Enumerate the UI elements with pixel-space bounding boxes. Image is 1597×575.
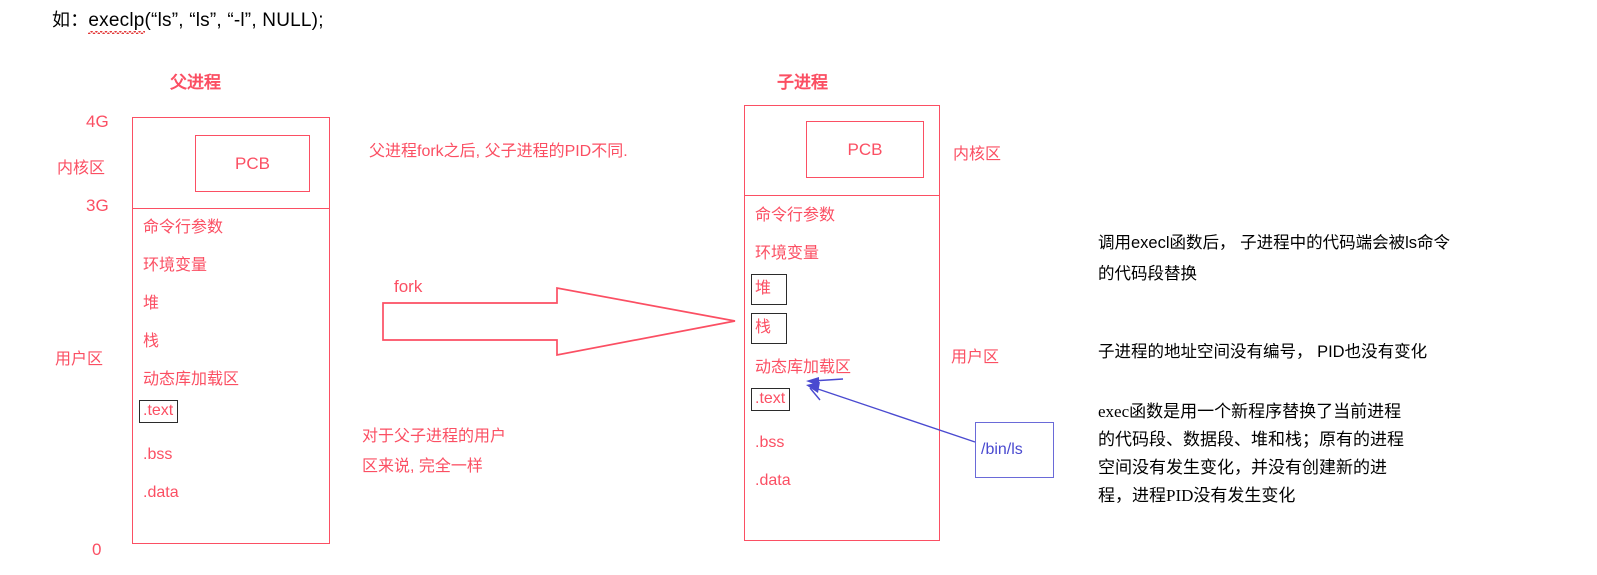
child-process-box: PCB 命令行参数 环境变量 堆 栈 动态库加载区 .text .bss .da…: [744, 105, 940, 541]
child-seg-0: 命令行参数: [755, 207, 836, 224]
child-kernel-region: PCB: [744, 105, 940, 196]
execl-replace-note: 调用execl函数后， 子进程中的代码端会被ls命令 的代码段替换: [1098, 234, 1451, 283]
child-seg-3: 栈: [755, 319, 772, 336]
child-pid-note: 子进程的地址空间没有编号， PID也没有变化: [1098, 343, 1428, 361]
code-line-prefix: 如：: [52, 10, 89, 30]
exec-explanation-note: exec函数是用一个新程序替换了当前进程 的代码段、数据段、堆和栈；原有的进程 …: [1098, 402, 1404, 505]
parent-pcb-box: PCB: [195, 135, 310, 192]
parent-kernel-label: 内核区: [57, 160, 106, 177]
child-seg-1: 环境变量: [755, 245, 820, 262]
child-seg-7: .data: [755, 472, 791, 489]
child-seg-stack-boxed: 栈: [751, 313, 787, 344]
parent-seg-2: 堆: [143, 295, 160, 312]
child-process-title: 子进程: [777, 73, 828, 92]
parent-process-title: 父进程: [170, 73, 221, 92]
parent-seg-7: .data: [143, 484, 179, 501]
parent-seg-0: 命令行参数: [143, 219, 224, 236]
child-seg-5: .text: [755, 390, 786, 407]
child-seg-2: 堆: [755, 280, 772, 297]
code-line-args: (“ls”, “ls”, “-l”, NULL);: [144, 10, 324, 31]
parent-user-label: 用户区: [55, 351, 104, 368]
parent-seg-6: .bss: [143, 446, 173, 463]
binls-box: /bin/ls: [975, 422, 1054, 478]
parent-seg-text-boxed: .text: [139, 400, 179, 423]
code-line-function: execlp: [88, 10, 145, 31]
child-user-label: 用户区: [951, 349, 1000, 366]
code-line: 如：execlp(“ls”, “ls”, “-l”, NULL);: [52, 6, 324, 32]
parent-seg-4: 动态库加载区: [143, 371, 240, 388]
child-seg-6: .bss: [755, 434, 785, 451]
parent-seg-5: .text: [143, 402, 174, 419]
child-seg-4: 动态库加载区: [755, 359, 852, 376]
parent-kernel-region: PCB: [132, 117, 330, 209]
fork-label: fork: [394, 277, 423, 296]
parent-addr-0: 0: [92, 540, 102, 559]
child-pcb-box: PCB: [806, 121, 924, 178]
child-kernel-label: 内核区: [953, 146, 1002, 163]
fork-pid-note: 父进程fork之后, 父子进程的PID不同.: [369, 143, 628, 160]
parent-addr-3g: 3G: [86, 196, 109, 215]
fork-arrow: [382, 286, 736, 357]
child-seg-text-boxed: .text: [751, 388, 791, 411]
parent-seg-3: 栈: [143, 333, 160, 350]
parent-process-box: PCB 命令行参数 环境变量 堆 栈 动态库加载区 .text .bss .da…: [132, 117, 330, 544]
parent-seg-1: 环境变量: [143, 257, 208, 274]
child-seg-heap-boxed: 堆: [751, 274, 787, 305]
parent-addr-4g: 4G: [86, 112, 109, 131]
same-user-area-note: 对于父子进程的用户 区来说, 完全一样: [362, 428, 507, 475]
